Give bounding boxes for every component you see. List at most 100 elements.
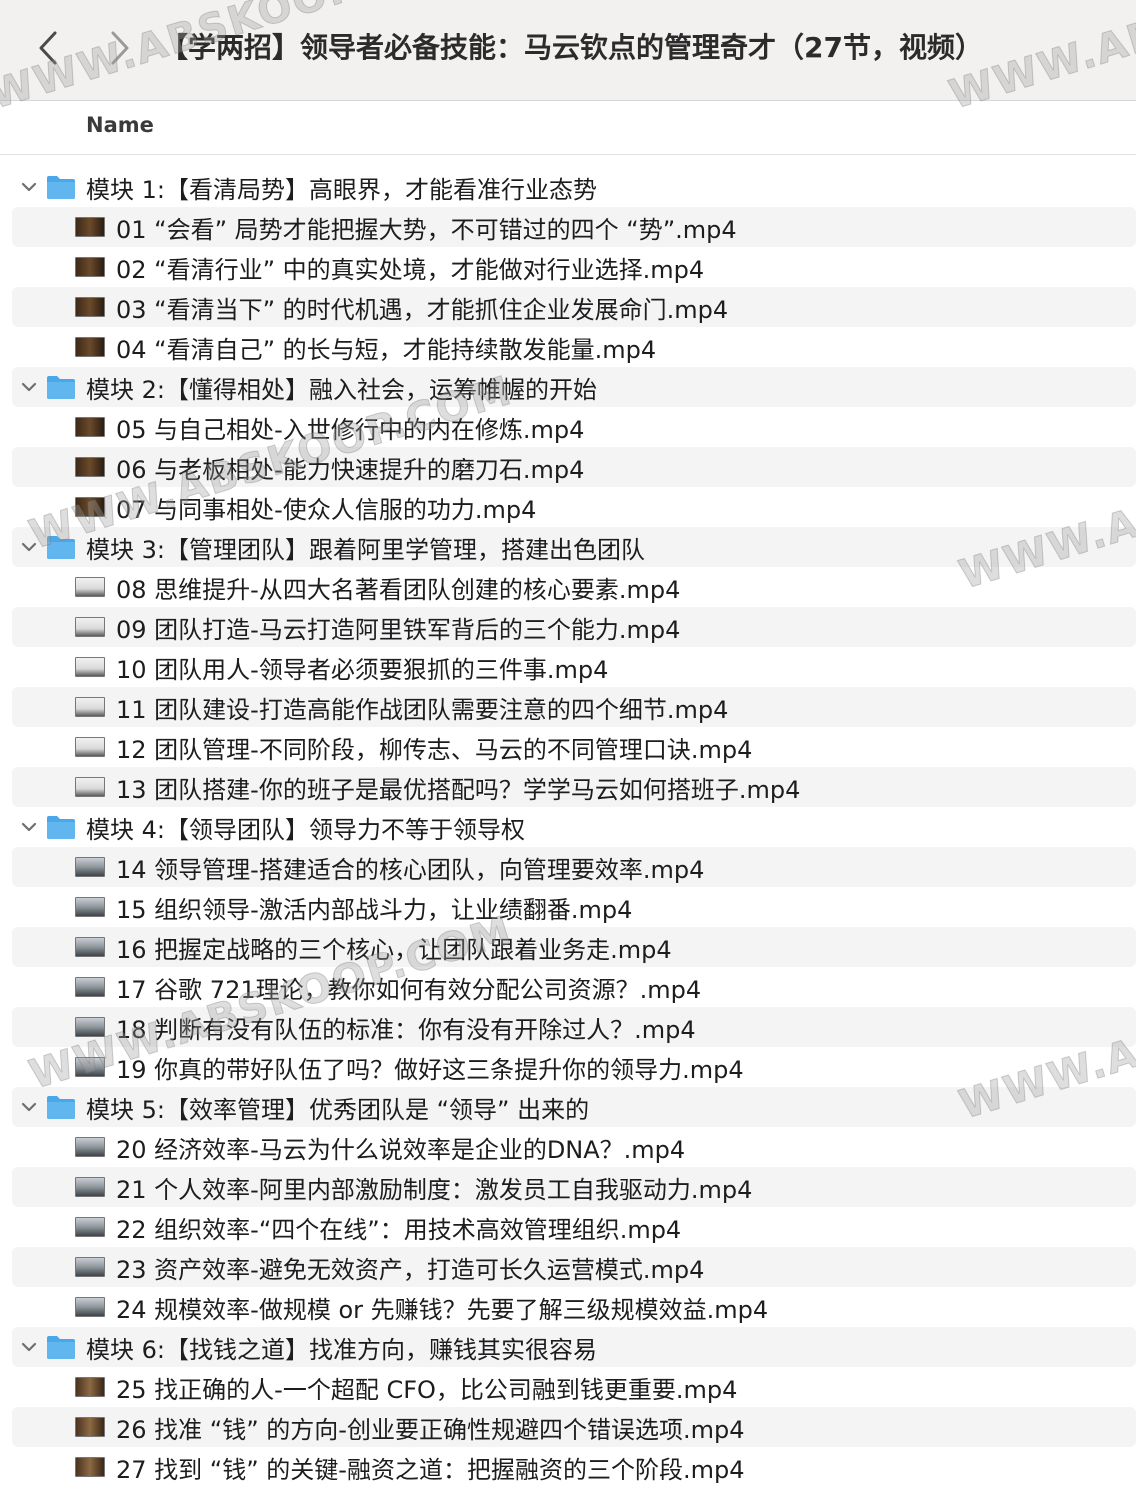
video-thumbnail-icon (75, 1137, 105, 1157)
video-thumbnail-icon (75, 337, 105, 357)
folder-icon (47, 816, 75, 839)
chevron-down-icon[interactable] (20, 1338, 38, 1356)
file-row[interactable]: 20 经济效率-马云为什么说效率是企业的DNA？.mp4 (12, 1127, 1136, 1167)
folder-label: 模块 1:【看清局势】高眼界，才能看准行业态势 (86, 175, 597, 204)
video-thumbnail-icon (75, 857, 105, 877)
file-name: 23 资产效率-避免无效资产，打造可长久运营模式.mp4 (116, 1255, 705, 1284)
file-row[interactable]: 16 把握定战略的三个核心，让团队跟着业务走.mp4 (12, 927, 1136, 967)
video-thumbnail-icon (75, 457, 105, 477)
file-name: 19 你真的带好队伍了吗？做好这三条提升你的领导力.mp4 (116, 1055, 744, 1084)
file-row[interactable]: 24 规模效率-做规模 or 先赚钱？先要了解三级规模效益.mp4 (12, 1287, 1136, 1327)
file-row[interactable]: 27 找到 “钱” 的关键-融资之道：把握融资的三个阶段.mp4 (12, 1447, 1136, 1487)
file-row[interactable]: 09 团队打造-马云打造阿里铁军背后的三个能力.mp4 (12, 607, 1136, 647)
chevron-right-icon (111, 31, 129, 65)
file-name: 05 与自己相处-入世修行中的内在修炼.mp4 (116, 415, 585, 444)
video-thumbnail-icon (75, 577, 105, 597)
file-row[interactable]: 23 资产效率-避免无效资产，打造可长久运营模式.mp4 (12, 1247, 1136, 1287)
file-row[interactable]: 26 找准 “钱” 的方向-创业要正确性规避四个错误选项.mp4 (12, 1407, 1136, 1447)
forward-button[interactable] (100, 26, 140, 70)
file-name: 22 组织效率-“四个在线”：用技术高效管理组织.mp4 (116, 1215, 682, 1244)
chevron-down-icon[interactable] (20, 1098, 38, 1116)
finder-toolbar: 【学两招】领导者必备技能：马云钦点的管理奇才（27节，视频） (0, 0, 1136, 101)
file-row[interactable]: 21 个人效率-阿里内部激励制度：激发员工自我驱动力.mp4 (12, 1167, 1136, 1207)
folder-row[interactable]: 模块 1:【看清局势】高眼界，才能看准行业态势 (12, 167, 1136, 207)
video-thumbnail-icon (75, 417, 105, 437)
file-name: 09 团队打造-马云打造阿里铁军背后的三个能力.mp4 (116, 615, 681, 644)
file-name: 25 找正确的人-一个超配 CFO，比公司融到钱更重要.mp4 (116, 1375, 738, 1404)
chevron-down-icon[interactable] (20, 538, 38, 556)
video-thumbnail-icon (75, 1417, 105, 1437)
file-name: 03 “看清当下” 的时代机遇，才能抓住企业发展命门.mp4 (116, 295, 729, 324)
file-name: 18 判断有没有队伍的标准：你有没有开除过人？.mp4 (116, 1015, 696, 1044)
video-thumbnail-icon (75, 937, 105, 957)
video-thumbnail-icon (75, 1457, 105, 1477)
folder-icon (47, 176, 75, 199)
file-name: 12 团队管理-不同阶段，柳传志、马云的不同管理口诀.mp4 (116, 735, 753, 764)
video-thumbnail-icon (75, 1297, 105, 1317)
folder-label: 模块 3:【管理团队】跟着阿里学管理，搭建出色团队 (86, 535, 645, 564)
chevron-down-icon[interactable] (20, 818, 38, 836)
chevron-down-icon[interactable] (20, 178, 38, 196)
file-name: 21 个人效率-阿里内部激励制度：激发员工自我驱动力.mp4 (116, 1175, 753, 1204)
video-thumbnail-icon (75, 297, 105, 317)
file-row[interactable]: 07 与同事相处-使众人信服的功力.mp4 (12, 487, 1136, 527)
file-name: 07 与同事相处-使众人信服的功力.mp4 (116, 495, 537, 524)
file-row[interactable]: 10 团队用人-领导者必须要狠抓的三件事.mp4 (12, 647, 1136, 687)
file-row[interactable]: 15 组织领导-激活内部战斗力，让业绩翻番.mp4 (12, 887, 1136, 927)
window-title: 【学两招】领导者必备技能：马云钦点的管理奇才（27节，视频） (160, 31, 983, 64)
video-thumbnail-icon (75, 697, 105, 717)
folder-icon (47, 376, 75, 399)
file-row[interactable]: 17 谷歌 721理论，教你如何有效分配公司资源？.mp4 (12, 967, 1136, 1007)
folder-icon (47, 1336, 75, 1359)
video-thumbnail-icon (75, 257, 105, 277)
folder-row[interactable]: 模块 2:【懂得相处】融入社会，运筹帷幄的开始 (12, 367, 1136, 407)
file-name: 26 找准 “钱” 的方向-创业要正确性规避四个错误选项.mp4 (116, 1415, 745, 1444)
file-row[interactable]: 22 组织效率-“四个在线”：用技术高效管理组织.mp4 (12, 1207, 1136, 1247)
file-name: 16 把握定战略的三个核心，让团队跟着业务走.mp4 (116, 935, 672, 964)
video-thumbnail-icon (75, 1257, 105, 1277)
file-row[interactable]: 12 团队管理-不同阶段，柳传志、马云的不同管理口诀.mp4 (12, 727, 1136, 767)
video-thumbnail-icon (75, 497, 105, 517)
video-thumbnail-icon (75, 1377, 105, 1397)
folder-icon (47, 1096, 75, 1119)
file-name: 15 组织领导-激活内部战斗力，让业绩翻番.mp4 (116, 895, 633, 924)
folder-row[interactable]: 模块 5:【效率管理】优秀团队是 “领导” 出来的 (12, 1087, 1136, 1127)
file-row[interactable]: 13 团队搭建-你的班子是最优搭配吗？学学马云如何搭班子.mp4 (12, 767, 1136, 807)
file-name: 13 团队搭建-你的班子是最优搭配吗？学学马云如何搭班子.mp4 (116, 775, 801, 804)
folder-label: 模块 6:【找钱之道】找准方向，赚钱其实很容易 (86, 1335, 597, 1364)
file-row[interactable]: 19 你真的带好队伍了吗？做好这三条提升你的领导力.mp4 (12, 1047, 1136, 1087)
video-thumbnail-icon (75, 1177, 105, 1197)
file-row[interactable]: 05 与自己相处-入世修行中的内在修炼.mp4 (12, 407, 1136, 447)
folder-row[interactable]: 模块 3:【管理团队】跟着阿里学管理，搭建出色团队 (12, 527, 1136, 567)
chevron-left-icon (39, 31, 57, 65)
file-row[interactable]: 01 “会看” 局势才能把握大势，不可错过的四个 “势”.mp4 (12, 207, 1136, 247)
file-row[interactable]: 14 领导管理-搭建适合的核心团队，向管理要效率.mp4 (12, 847, 1136, 887)
chevron-down-icon[interactable] (20, 378, 38, 396)
file-row[interactable]: 08 思维提升-从四大名著看团队创建的核心要素.mp4 (12, 567, 1136, 607)
file-row[interactable]: 02 “看清行业” 中的真实处境，才能做对行业选择.mp4 (12, 247, 1136, 287)
file-row[interactable]: 04 “看清自己” 的长与短，才能持续散发能量.mp4 (12, 327, 1136, 367)
folder-label: 模块 5:【效率管理】优秀团队是 “领导” 出来的 (86, 1095, 590, 1124)
file-list: 模块 1:【看清局势】高眼界，才能看准行业态势 01 “会看” 局势才能把握大势，… (0, 167, 1136, 1487)
folder-label: 模块 2:【懂得相处】融入社会，运筹帷幄的开始 (86, 375, 597, 404)
file-name: 10 团队用人-领导者必须要狠抓的三件事.mp4 (116, 655, 609, 684)
file-name: 14 领导管理-搭建适合的核心团队，向管理要效率.mp4 (116, 855, 705, 884)
file-name: 02 “看清行业” 中的真实处境，才能做对行业选择.mp4 (116, 255, 705, 284)
column-name-header[interactable]: Name (86, 113, 154, 137)
back-button[interactable] (28, 26, 68, 70)
folder-row[interactable]: 模块 4:【领导团队】领导力不等于领导权 (12, 807, 1136, 847)
video-thumbnail-icon (75, 1017, 105, 1037)
file-row[interactable]: 03 “看清当下” 的时代机遇，才能抓住企业发展命门.mp4 (12, 287, 1136, 327)
file-row[interactable]: 11 团队建设-打造高能作战团队需要注意的四个细节.mp4 (12, 687, 1136, 727)
video-thumbnail-icon (75, 897, 105, 917)
file-row[interactable]: 06 与老板相处-能力快速提升的磨刀石.mp4 (12, 447, 1136, 487)
video-thumbnail-icon (75, 977, 105, 997)
file-name: 24 规模效率-做规模 or 先赚钱？先要了解三级规模效益.mp4 (116, 1295, 769, 1324)
folder-row[interactable]: 模块 6:【找钱之道】找准方向，赚钱其实很容易 (12, 1327, 1136, 1367)
file-row[interactable]: 18 判断有没有队伍的标准：你有没有开除过人？.mp4 (12, 1007, 1136, 1047)
column-header: Name (0, 101, 1136, 155)
video-thumbnail-icon (75, 777, 105, 797)
file-name: 08 思维提升-从四大名著看团队创建的核心要素.mp4 (116, 575, 681, 604)
file-row[interactable]: 25 找正确的人-一个超配 CFO，比公司融到钱更重要.mp4 (12, 1367, 1136, 1407)
folder-icon (47, 536, 75, 559)
